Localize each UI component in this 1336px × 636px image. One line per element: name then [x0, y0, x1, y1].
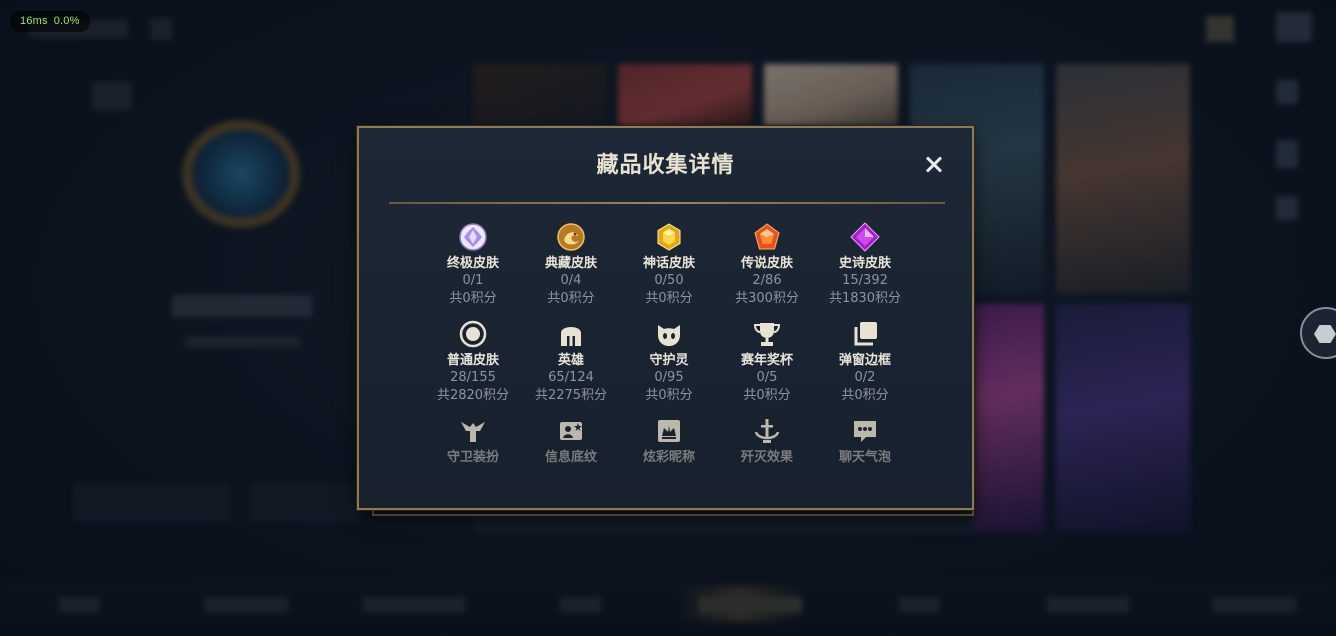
- popup-frame-icon: [850, 319, 880, 349]
- item-count: 0/50: [654, 273, 684, 288]
- fps-ms: 16ms: [20, 15, 48, 27]
- annihilation-effect-icon: [752, 416, 782, 446]
- collection-item-ward-skin[interactable]: 守卫装扮: [424, 416, 522, 508]
- collection-details-dialog: 藏品收集详情 终极皮肤 0/1 共0积分 典藏皮肤 0/4 共0积分 神话皮肤 …: [357, 126, 974, 510]
- chat-bubble-icon: [850, 416, 880, 446]
- item-name: 终极皮肤: [446, 256, 499, 271]
- title-divider: [389, 202, 945, 204]
- item-count: 0/5: [756, 370, 778, 385]
- item-count: 28/155: [450, 370, 496, 385]
- item-count: 2/86: [752, 273, 782, 288]
- champion-helmet-icon: [556, 319, 586, 349]
- item-points: 共0积分: [449, 291, 497, 306]
- hexagon-icon: [1314, 325, 1336, 343]
- epic-skin-gem-icon: [850, 222, 880, 252]
- collection-grid: 终极皮肤 0/1 共0积分 典藏皮肤 0/4 共0积分 神话皮肤 0/50 共0…: [424, 222, 914, 508]
- item-name: 聊天气泡: [838, 450, 891, 465]
- mythic-skin-gem-icon: [654, 222, 684, 252]
- item-name: 普通皮肤: [446, 353, 499, 368]
- item-count: 0/2: [854, 370, 876, 385]
- season-trophy-icon: [752, 319, 782, 349]
- fps-counter: 16ms 0.0%: [10, 11, 90, 32]
- collection-item-champion[interactable]: 英雄 65/124 共2275积分: [522, 319, 620, 416]
- collection-item-ultimate-skin[interactable]: 终极皮肤 0/1 共0积分: [424, 222, 522, 319]
- item-count: 0/1: [462, 273, 484, 288]
- collection-item-collection-skin[interactable]: 典藏皮肤 0/4 共0积分: [522, 222, 620, 319]
- collection-item-guardian[interactable]: 守护灵 0/95 共0积分: [620, 319, 718, 416]
- item-name: 歼灭效果: [740, 450, 793, 465]
- collection-screen: 16ms 0.0% 藏品收集详情 终极皮肤 0/1 共0积分 典藏皮肤 0/4 …: [0, 0, 1336, 636]
- info-pattern-icon: [556, 416, 586, 446]
- item-count: 0/95: [654, 370, 684, 385]
- item-count: 15/392: [842, 273, 888, 288]
- item-name: 弹窗边框: [838, 353, 891, 368]
- normal-skin-ring-icon: [458, 319, 488, 349]
- item-name: 传说皮肤: [740, 256, 793, 271]
- item-points: 共0积分: [841, 388, 889, 403]
- collection-item-annihilation-effect[interactable]: 歼灭效果: [718, 416, 816, 508]
- colorful-nickname-icon: [654, 416, 684, 446]
- item-name: 信息底纹: [544, 450, 597, 465]
- item-points: 共2820积分: [436, 388, 510, 403]
- collection-item-popup-frame[interactable]: 弹窗边框 0/2 共0积分: [816, 319, 914, 416]
- collection-item-colorful-nickname[interactable]: 炫彩昵称: [620, 416, 718, 508]
- collection-item-epic-skin[interactable]: 史诗皮肤 15/392 共1830积分: [816, 222, 914, 319]
- item-points: 共300积分: [735, 291, 799, 306]
- ward-skin-icon: [458, 416, 488, 446]
- item-name: 守护灵: [649, 353, 689, 368]
- dialog-title: 藏品收集详情: [596, 153, 735, 178]
- dialog-frame-shadow: [372, 510, 974, 516]
- collection-skin-dragon-icon: [556, 222, 586, 252]
- item-points: 共1830积分: [828, 291, 902, 306]
- item-points: 共2275积分: [534, 388, 608, 403]
- item-name: 典藏皮肤: [544, 256, 597, 271]
- item-name: 赛年奖杯: [740, 353, 793, 368]
- item-points: 共0积分: [743, 388, 791, 403]
- close-button[interactable]: [921, 152, 947, 178]
- collection-item-info-pattern[interactable]: 信息底纹: [522, 416, 620, 508]
- legendary-skin-gem-icon: [752, 222, 782, 252]
- item-points: 共0积分: [547, 291, 595, 306]
- collection-item-legendary-skin[interactable]: 传说皮肤 2/86 共300积分: [718, 222, 816, 319]
- guardian-spirit-icon: [654, 319, 684, 349]
- item-points: 共0积分: [645, 291, 693, 306]
- item-count: 0/4: [560, 273, 582, 288]
- collection-item-chat-bubble[interactable]: 聊天气泡: [816, 416, 914, 508]
- item-name: 英雄: [557, 353, 584, 368]
- item-name: 炫彩昵称: [642, 450, 695, 465]
- item-count: 65/124: [548, 370, 594, 385]
- collection-item-mythic-skin[interactable]: 神话皮肤 0/50 共0积分: [620, 222, 718, 319]
- fps-percent: 0.0%: [53, 15, 80, 27]
- item-points: 共0积分: [645, 388, 693, 403]
- item-name: 史诗皮肤: [838, 256, 891, 271]
- collection-item-season-trophy[interactable]: 赛年奖杯 0/5 共0积分: [718, 319, 816, 416]
- item-name: 守卫装扮: [446, 450, 499, 465]
- ultimate-skin-gem-icon: [458, 222, 488, 252]
- collection-item-normal-skin[interactable]: 普通皮肤 28/155 共2820积分: [424, 319, 522, 416]
- item-name: 神话皮肤: [642, 256, 695, 271]
